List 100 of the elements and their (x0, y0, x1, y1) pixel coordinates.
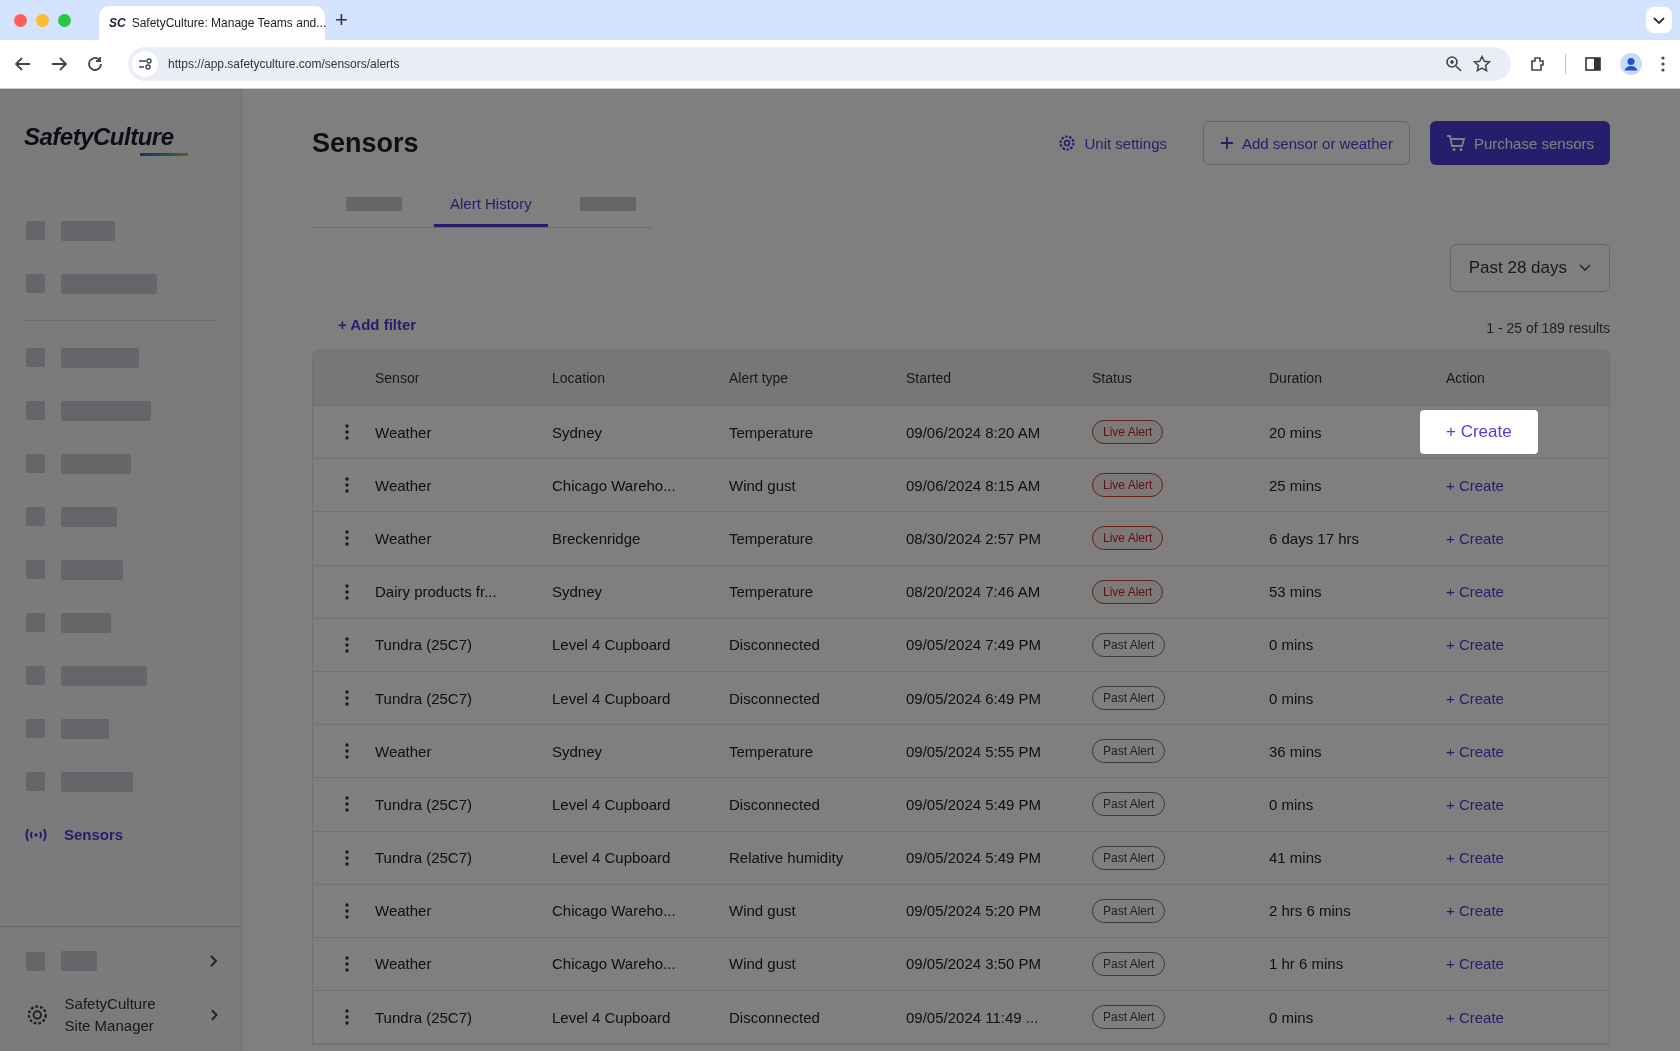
results-count: 1 - 25 of 189 results (1486, 320, 1610, 336)
status-badge: Past Alert (1092, 951, 1166, 976)
sidebar-item[interactable]: SafetyCulture Site Manager (64, 993, 178, 1037)
kebab-menu-icon[interactable] (345, 849, 349, 866)
create-button[interactable]: + Create (1446, 795, 1504, 813)
table-cell-text: Level 4 Cupboard (552, 689, 672, 707)
signal-icon (24, 826, 48, 843)
table-cell-text: 09/05/2024 5:20 PM (906, 902, 1043, 920)
table-cell-text: 6 days 17 hrs (1269, 529, 1361, 547)
table-cell-text: Wind gust (729, 955, 797, 973)
kebab-menu-icon[interactable] (345, 530, 349, 547)
table-cell-text: 09/05/2024 7:49 PM (906, 636, 1043, 654)
create-button[interactable]: + Create (1446, 742, 1504, 760)
sidebar-item[interactable]: Sensors (64, 826, 124, 843)
table-cell-text: Level 4 Cupboard (552, 636, 672, 654)
table-cell-text: Temperature (729, 742, 815, 760)
create-button[interactable]: + Create (1446, 636, 1504, 654)
column-header: Started (906, 370, 953, 386)
create-button[interactable]: + Create (1446, 902, 1504, 920)
column-header: Location (552, 370, 606, 386)
kebab-menu-icon[interactable] (345, 955, 349, 972)
create-button[interactable]: + Create (1420, 410, 1538, 455)
table-cell-text: Weather (375, 423, 433, 441)
create-button[interactable]: + Create (1446, 476, 1504, 494)
favicon: SC (109, 16, 126, 30)
table-cell-text: 09/05/2024 5:49 PM (906, 849, 1043, 867)
kebab-menu-icon[interactable] (345, 902, 349, 919)
gear-icon (26, 1003, 49, 1027)
extension-icon[interactable] (1529, 55, 1547, 73)
table-cell-text: Disconnected (729, 636, 821, 654)
chevron-down-icon (1579, 264, 1591, 272)
table-cell-text: Tundra (25C7) (375, 849, 473, 867)
date-range-dropdown[interactable]: Past 28 days (1449, 244, 1610, 292)
status-badge: Past Alert (1092, 792, 1166, 817)
menu-icon[interactable] (1660, 55, 1666, 73)
action-button[interactable]: Purchase sensors (1429, 121, 1610, 165)
table-cell-text: 53 mins (1269, 583, 1323, 601)
kebab-menu-icon[interactable] (345, 690, 349, 707)
table-cell-text: 1 hr 6 mins (1269, 955, 1345, 973)
table-cell-text: Relative humidity (729, 849, 845, 867)
reload-icon[interactable] (86, 55, 104, 73)
profile-icon[interactable] (1620, 53, 1642, 75)
back-icon[interactable] (14, 55, 32, 73)
settings-link[interactable]: Unit settings (1042, 121, 1183, 165)
table-cell-text: Sydney (552, 742, 604, 760)
logo: SafetyCulture (24, 123, 175, 151)
status-badge: Live Alert (1092, 420, 1164, 445)
table-cell-text: 09/05/2024 6:49 PM (906, 689, 1043, 707)
new-tab-button[interactable]: + (335, 7, 348, 33)
table-cell-text: Tundra (25C7) (375, 636, 473, 654)
chevron-right-icon[interactable] (209, 1008, 219, 1022)
create-button[interactable]: + Create (1446, 529, 1504, 547)
table-cell-text: 08/30/2024 2:57 PM (906, 529, 1043, 547)
browser-tab[interactable]: SC SafetyCulture: Manage Teams and... (99, 6, 325, 40)
kebab-menu-icon[interactable] (345, 636, 349, 653)
create-button[interactable]: + Create (1446, 689, 1504, 707)
status-badge: Past Alert (1092, 845, 1166, 870)
create-button[interactable]: + Create (1446, 583, 1504, 601)
kebab-menu-icon[interactable] (345, 743, 349, 760)
table-cell-text: 09/06/2024 8:15 AM (906, 476, 1042, 494)
zoom-icon[interactable] (1445, 55, 1463, 73)
star-icon[interactable] (1473, 55, 1491, 73)
kebab-menu-icon[interactable] (345, 583, 349, 600)
table-cell-text: Disconnected (729, 1008, 821, 1026)
site-settings-icon[interactable] (132, 51, 158, 77)
table-cell-text: Level 4 Cupboard (552, 1008, 672, 1026)
create-button[interactable]: + Create (1446, 955, 1504, 973)
table-cell-text: Sydney (552, 423, 604, 441)
kebab-menu-icon[interactable] (345, 477, 349, 494)
table-cell-text: Weather (375, 476, 433, 494)
tab-title: SafetyCulture: Manage Teams and... (131, 16, 327, 30)
forward-icon[interactable] (50, 55, 68, 73)
kebab-menu-icon[interactable] (345, 1009, 349, 1026)
column-header: Sensor (375, 370, 421, 386)
status-badge: Live Alert (1092, 579, 1164, 604)
table-cell-text: 09/05/2024 5:49 PM (906, 795, 1043, 813)
tab[interactable]: Alert History (434, 185, 548, 227)
table-cell-text: Chicago Wareho... (552, 955, 677, 973)
status-badge: Past Alert (1092, 686, 1166, 711)
create-button[interactable]: + Create (1446, 849, 1504, 867)
status-badge: Past Alert (1092, 1005, 1166, 1030)
chevron-down-icon[interactable] (1646, 7, 1672, 33)
table-cell-text: Disconnected (729, 795, 821, 813)
create-button[interactable]: + Create (1446, 1008, 1504, 1026)
action-button[interactable]: Add sensor or weather (1203, 121, 1410, 165)
kebab-menu-icon[interactable] (345, 796, 349, 813)
kebab-menu-icon[interactable] (345, 424, 349, 441)
table-cell-text: Temperature (729, 529, 815, 547)
chevron-right-icon[interactable] (209, 954, 219, 968)
status-badge: Past Alert (1092, 632, 1166, 657)
add-filter-link[interactable]: + Add filter (338, 315, 417, 333)
table-cell-text: Tundra (25C7) (375, 1008, 473, 1026)
table-cell-text: Weather (375, 955, 433, 973)
table-cell-text: 20 mins (1269, 423, 1323, 441)
side-panel-icon[interactable] (1584, 55, 1602, 73)
table-cell-text: 41 mins (1269, 849, 1323, 867)
table-cell-text: Temperature (729, 423, 815, 441)
table-cell-text: Breckenridge (552, 529, 642, 547)
column-header: Action (1446, 370, 1486, 386)
address-bar[interactable]: https://app.safetyculture.com/sensors/alerts (128, 47, 1511, 81)
